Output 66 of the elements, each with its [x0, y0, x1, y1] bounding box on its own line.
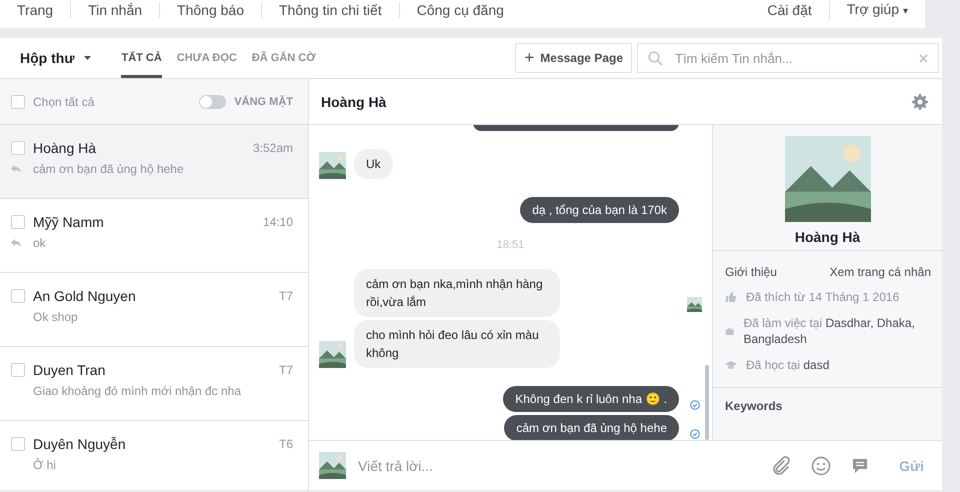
checkbox[interactable] — [11, 437, 25, 451]
search-icon — [648, 50, 663, 66]
profile-link[interactable]: Xem trang cá nhân — [830, 265, 931, 279]
timestamp: 18:51 — [496, 239, 524, 251]
thumbs-up-icon — [725, 291, 737, 303]
nav-link[interactable]: Tin nhắn — [70, 2, 160, 18]
search-field[interactable]: Tìm kiếm Tin nhắn... — [637, 43, 939, 73]
message-time: T6 — [278, 437, 293, 451]
nav-link[interactable]: Thông tin chi tiết — [260, 2, 399, 18]
select-all-label: Chọn tất cả — [33, 94, 94, 108]
toggle-switch[interactable] — [199, 94, 226, 108]
message-time: T7 — [278, 289, 293, 303]
caret-icon: ▾ — [903, 6, 908, 16]
message-preview: cảm ơn bạn đã ủng hộ hehe — [33, 162, 185, 176]
conversation-item[interactable]: Hoàng Hà 3:52am cảm ơn bạn đã ủng hộ hehe — [0, 125, 308, 199]
check-circle-icon — [690, 429, 700, 439]
nav-link[interactable]: Trang — [0, 2, 70, 18]
caret-icon — [84, 56, 92, 60]
profile-fact: Đã học tại dasd — [746, 357, 830, 373]
contact-name: Hoàng Hà — [33, 140, 98, 156]
checkbox[interactable] — [11, 289, 25, 303]
nav-link[interactable]: Công cụ đăng — [398, 2, 521, 18]
contact-name: Duyen Tran — [33, 362, 106, 378]
message-preview: Ok shop — [33, 310, 79, 324]
reply-icon — [11, 165, 21, 173]
sticker-icon[interactable] — [851, 456, 870, 474]
profile-name: Hoàng Hà — [794, 229, 860, 245]
away-label: VẮNG MẶT — [234, 96, 293, 108]
chat-title: Hoàng Hà — [321, 94, 386, 110]
message-time: 3:52am — [252, 141, 293, 155]
message-bubble: Không đen k rỉ luôn nha 🙂 . — [503, 386, 679, 412]
message-preview: ok — [33, 236, 47, 250]
message-time: 14:10 — [262, 215, 293, 229]
checkbox[interactable] — [11, 141, 25, 155]
paperclip-icon[interactable] — [771, 456, 792, 476]
section-title: Giới thiệu — [725, 265, 777, 279]
emoji-icon[interactable] — [811, 456, 832, 476]
message-bubble: Uk — [354, 149, 393, 179]
checkbox[interactable] — [11, 215, 25, 229]
close-icon[interactable] — [919, 54, 928, 62]
inbox-dropdown[interactable]: Hộp thư — [12, 50, 100, 66]
contact-name: An Gold Nguyen — [33, 288, 137, 304]
profile-fact: Đã thích từ 14 Tháng 1 2016 — [746, 289, 900, 305]
message-page-button[interactable]: + Message Page — [515, 43, 632, 73]
profile-fact: Đã làm việc tại Dasdhar, Dhaka, Bangladesh — [743, 315, 916, 347]
nav-link[interactable]: Trợ giúp ▾ — [828, 0, 925, 20]
check-circle-icon — [690, 400, 700, 410]
reply-icon — [11, 239, 21, 247]
message-bubble: cảm ơn bạn đã ủng hộ hehe — [504, 415, 679, 440]
message-time: T7 — [278, 363, 293, 377]
message-bubble: dạ , tổng của bạn là 170k — [520, 197, 679, 223]
checkbox[interactable] — [11, 363, 25, 377]
contact-name: Duyên Nguyễn — [33, 436, 127, 452]
message-preview: Ở hi — [33, 458, 57, 472]
message-bubble: cảm ơn bạn nka,mình nhận hàng rồi,vừa lắm — [354, 269, 560, 317]
briefcase-icon — [725, 325, 734, 337]
scrollbar[interactable] — [705, 365, 709, 440]
contact-name: Mỹỹ Namm — [33, 214, 105, 230]
nav-link[interactable]: Thông báo — [159, 2, 261, 18]
nav-link[interactable]: Cài đặt — [750, 2, 829, 18]
graduation-cap-icon — [725, 359, 737, 371]
section-title: Keywords — [724, 398, 784, 413]
settings-icon[interactable] — [912, 94, 928, 110]
message-preview: Giao khoảng đó mình mới nhận đc nha — [33, 384, 242, 398]
checkbox[interactable] — [11, 94, 25, 108]
message-bubble: cho mình hỏi đeo lâu có xỉn màu không — [354, 320, 560, 368]
